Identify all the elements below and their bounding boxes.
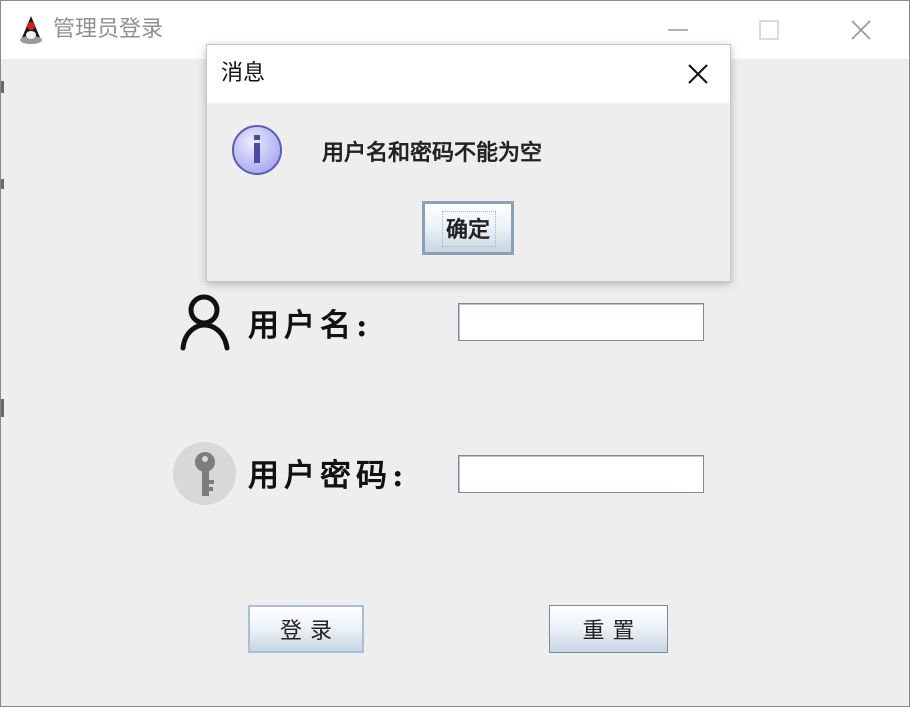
dialog-titlebar[interactable]: 消息: [207, 45, 730, 103]
maximize-icon[interactable]: [752, 13, 786, 47]
java-duke-icon: [15, 14, 47, 46]
minimize-icon[interactable]: [661, 13, 695, 47]
login-button[interactable]: 登录: [248, 605, 364, 653]
close-icon[interactable]: [844, 13, 878, 47]
dialog-message: 用户名和密码不能为空: [322, 140, 543, 166]
password-input[interactable]: [458, 455, 704, 493]
user-icon: [180, 294, 230, 351]
key-icon: [195, 452, 215, 496]
key-icon-background: [173, 442, 236, 505]
focus-ring: [442, 211, 496, 247]
background-window-edge: [1, 59, 5, 659]
password-label: 用户密码:: [248, 458, 409, 494]
username-label: 用户名:: [248, 308, 373, 344]
message-dialog: 消息 用户名和密码不能为空 确定: [206, 44, 731, 282]
reset-button[interactable]: 重置: [549, 605, 668, 653]
username-input[interactable]: [458, 303, 704, 341]
close-icon[interactable]: [683, 59, 713, 89]
dialog-title: 消息: [221, 61, 266, 86]
ok-button[interactable]: 确定: [422, 201, 514, 255]
window-title: 管理员登录: [53, 17, 164, 42]
info-icon: [232, 125, 282, 175]
